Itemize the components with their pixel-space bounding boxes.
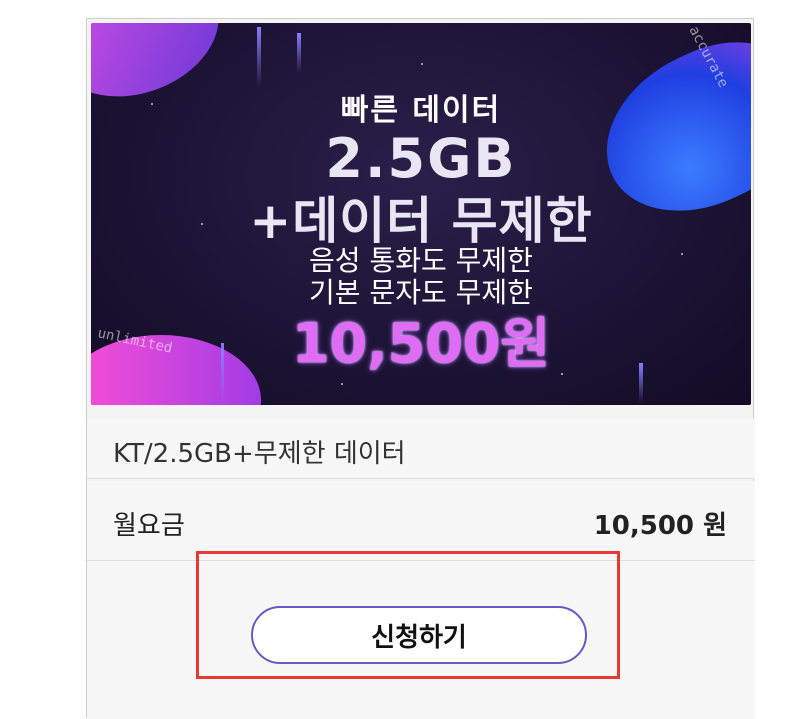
plan-card: d accurate unlimited 빠른 데이터 2.5GB +데이터 무… bbox=[86, 18, 755, 719]
banner-price: 10,500원 bbox=[291, 312, 551, 375]
monthly-fee-row: 월요금 10,500 원 bbox=[87, 481, 755, 561]
plan-title-row: KT/2.5GB+무제한 데이터 bbox=[87, 419, 755, 479]
banner-headline: 빠른 데이터 bbox=[340, 93, 502, 128]
apply-row: 신청하기 bbox=[87, 561, 755, 719]
decor-star bbox=[421, 63, 423, 65]
decor-streak bbox=[297, 33, 301, 73]
decor-streak bbox=[257, 27, 261, 87]
apply-button[interactable]: 신청하기 bbox=[251, 606, 587, 664]
monthly-fee-label: 월요금 bbox=[113, 511, 185, 541]
plan-banner-image[interactable]: d accurate unlimited 빠른 데이터 2.5GB +데이터 무… bbox=[91, 23, 751, 405]
monthly-fee-value: 10,500 원 bbox=[593, 511, 727, 541]
plan-title[interactable]: KT/2.5GB+무제한 데이터 bbox=[113, 433, 406, 470]
decor-star bbox=[341, 383, 343, 385]
